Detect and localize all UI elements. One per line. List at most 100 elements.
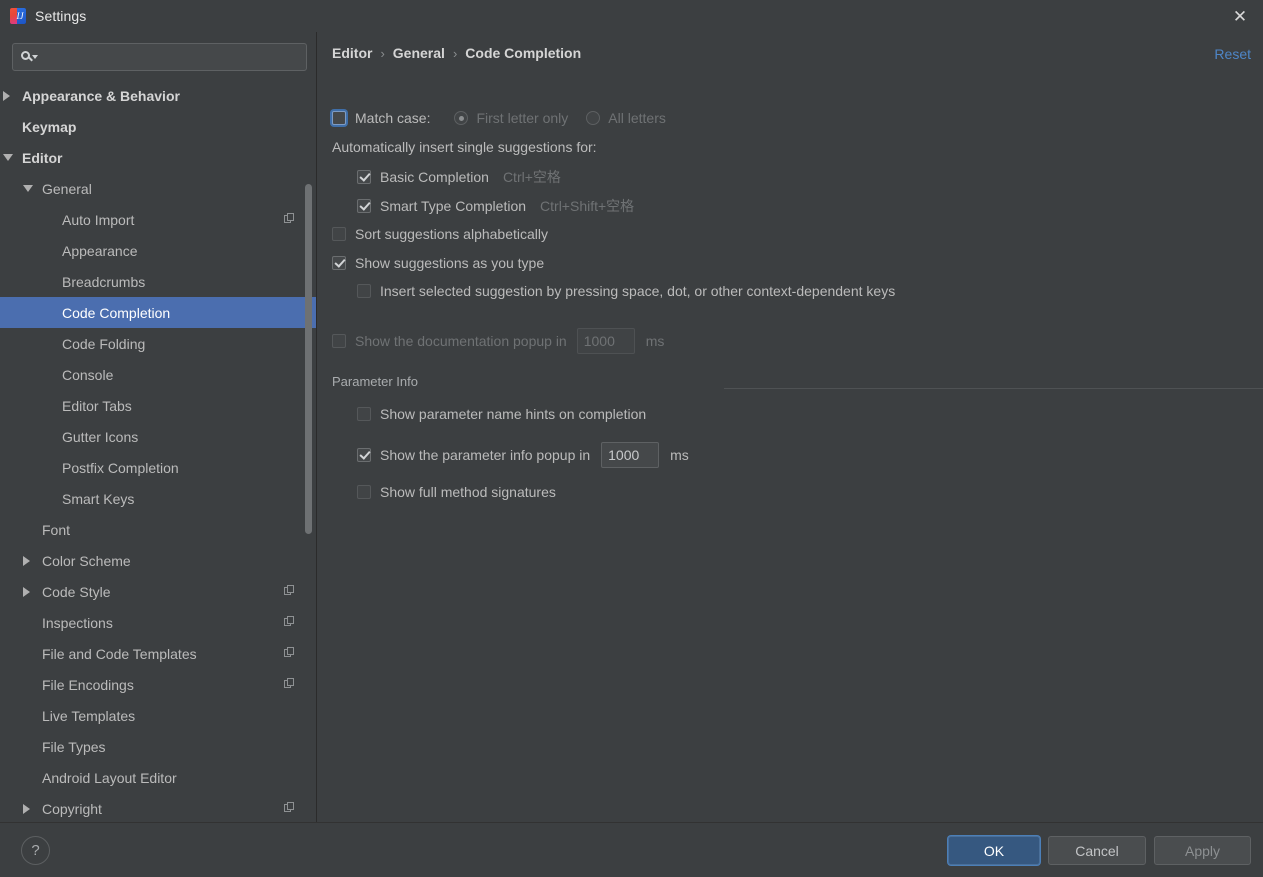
- copy-icon: [284, 802, 295, 813]
- chevron-right-icon[interactable]: [23, 555, 30, 566]
- sidebar-item-live-templates[interactable]: Live Templates: [0, 700, 316, 731]
- sidebar-item-code-completion[interactable]: Code Completion: [0, 297, 316, 328]
- full-method-signatures-checkbox[interactable]: [357, 485, 371, 499]
- parameter-info-delay-input[interactable]: [601, 442, 660, 468]
- parameter-name-hints-checkbox[interactable]: [357, 407, 371, 421]
- radio-all-letters[interactable]: [586, 111, 601, 125]
- sidebar-item-font[interactable]: Font: [0, 514, 316, 545]
- doc-popup-unit: ms: [645, 333, 665, 349]
- reset-link[interactable]: Reset: [1214, 46, 1251, 62]
- sidebar-item-breadcrumbs[interactable]: Breadcrumbs: [0, 266, 316, 297]
- full-method-signatures-row: Show full method signatures: [357, 484, 556, 500]
- apply-button[interactable]: Apply: [1154, 836, 1251, 865]
- parameter-name-hints-row: Show parameter name hints on completion: [357, 406, 646, 422]
- sidebar-item-file-types[interactable]: File Types: [0, 731, 316, 762]
- sort-alphabetically-checkbox[interactable]: [332, 227, 346, 241]
- search-input[interactable]: [39, 49, 306, 65]
- sort-alphabetically-label: Sort suggestions alphabetically: [355, 226, 549, 242]
- search-icon: [21, 50, 39, 64]
- radio-first-letter-only-label: First letter only: [476, 110, 569, 126]
- sidebar-item-android-layout-editor[interactable]: Android Layout Editor: [0, 762, 316, 793]
- sidebar-item-label: Console: [62, 366, 114, 383]
- sidebar-item-code-style[interactable]: Code Style: [0, 576, 316, 607]
- match-case-label: Match case:: [355, 110, 431, 126]
- chevron-right-icon[interactable]: [3, 90, 10, 101]
- sidebar-item-editor-tabs[interactable]: Editor Tabs: [0, 390, 316, 421]
- copy-icon: [284, 585, 295, 596]
- sidebar-item-label: Breadcrumbs: [62, 273, 146, 290]
- sidebar-item-file-and-code-templates[interactable]: File and Code Templates: [0, 638, 316, 669]
- ok-button[interactable]: OK: [948, 836, 1040, 865]
- sidebar-item-gutter-icons[interactable]: Gutter Icons: [0, 421, 316, 452]
- copy-icon: [284, 678, 295, 689]
- radio-first-letter-only[interactable]: [454, 111, 469, 125]
- doc-popup-delay-input[interactable]: [576, 328, 635, 354]
- settings-sidebar: Appearance & Behavior Keymap Editor General…: [0, 32, 317, 822]
- chevron-right-icon[interactable]: [23, 586, 30, 597]
- search-box[interactable]: [12, 43, 307, 71]
- show-as-you-type-label: Show suggestions as you type: [355, 255, 545, 271]
- sidebar-item-smart-keys[interactable]: Smart Keys: [0, 483, 316, 514]
- sidebar-item-appearance-behavior[interactable]: Appearance & Behavior: [0, 80, 316, 111]
- insert-selected-checkbox[interactable]: [357, 284, 371, 298]
- match-case-checkbox[interactable]: [332, 111, 346, 125]
- chevron-down-icon[interactable]: [23, 185, 33, 192]
- sidebar-item-label: Editor: [22, 149, 63, 166]
- smart-type-completion-label: Smart Type Completion: [380, 198, 527, 214]
- sidebar-item-inspections[interactable]: Inspections: [0, 607, 316, 638]
- basic-completion-row: Basic Completion Ctrl+空格: [357, 167, 561, 187]
- sidebar-item-auto-import[interactable]: Auto Import: [0, 204, 316, 235]
- sidebar-item-label: File Types: [42, 738, 106, 755]
- dialog-footer: ? OK Cancel Apply: [0, 822, 1263, 877]
- cancel-button[interactable]: Cancel: [1048, 836, 1146, 865]
- sidebar-item-label: Keymap: [22, 118, 77, 135]
- sidebar-item-label: Gutter Icons: [62, 428, 139, 445]
- parameter-info-popup-unit: ms: [670, 447, 689, 463]
- smart-type-completion-checkbox[interactable]: [357, 199, 371, 213]
- copy-icon: [284, 647, 295, 658]
- sidebar-item-file-encodings[interactable]: File Encodings: [0, 669, 316, 700]
- sidebar-item-editor[interactable]: Editor: [0, 142, 316, 173]
- sidebar-item-general[interactable]: General: [0, 173, 316, 204]
- full-method-signatures-label: Show full method signatures: [380, 484, 556, 500]
- sidebar-scrollbar[interactable]: [305, 184, 312, 534]
- dialog-body: Appearance & Behavior Keymap Editor General…: [0, 32, 1263, 822]
- sidebar-item-copyright[interactable]: Copyright: [0, 793, 316, 822]
- sidebar-item-label: Editor Tabs: [62, 397, 132, 414]
- settings-tree[interactable]: Appearance & Behavior Keymap Editor General…: [0, 80, 316, 822]
- chevron-down-icon[interactable]: [3, 154, 13, 161]
- smart-type-completion-shortcut: Ctrl+Shift+空格: [540, 198, 635, 214]
- sidebar-item-label: File Encodings: [42, 676, 134, 693]
- radio-all-letters-label: All letters: [608, 110, 666, 126]
- parameter-info-popup-label: Show the parameter info popup in: [380, 447, 591, 463]
- show-as-you-type-checkbox[interactable]: [332, 256, 346, 270]
- sort-alphabetically-row: Sort suggestions alphabetically: [332, 226, 548, 242]
- parameter-name-hints-label: Show parameter name hints on completion: [380, 406, 647, 422]
- sidebar-item-console[interactable]: Console: [0, 359, 316, 390]
- sidebar-item-label: Live Templates: [42, 707, 136, 724]
- breadcrumb-part-general[interactable]: General: [393, 45, 445, 61]
- intellij-idea-icon: IJ: [10, 8, 26, 24]
- sidebar-item-label: General: [42, 180, 92, 197]
- help-icon[interactable]: ?: [21, 836, 50, 865]
- chevron-right-icon: ›: [380, 45, 385, 61]
- insert-selected-row: Insert selected suggestion by pressing s…: [357, 283, 895, 299]
- breadcrumb-part-editor[interactable]: Editor: [332, 45, 372, 61]
- sidebar-item-label: Inspections: [42, 614, 113, 631]
- sidebar-item-keymap[interactable]: Keymap: [0, 111, 316, 142]
- close-icon[interactable]: ✕: [1217, 0, 1263, 32]
- sidebar-item-label: Code Style: [42, 583, 111, 600]
- doc-popup-checkbox[interactable]: [332, 334, 346, 348]
- breadcrumb-part-code-completion: Code Completion: [465, 45, 582, 61]
- parameter-info-group-title: Parameter Info: [332, 374, 418, 389]
- sidebar-item-appearance[interactable]: Appearance: [0, 235, 316, 266]
- sidebar-item-color-scheme[interactable]: Color Scheme: [0, 545, 316, 576]
- copy-icon: [284, 616, 295, 627]
- chevron-right-icon[interactable]: [23, 803, 30, 814]
- copy-icon: [284, 213, 295, 224]
- sidebar-item-postfix-completion[interactable]: Postfix Completion: [0, 452, 316, 483]
- parameter-info-popup-checkbox[interactable]: [357, 448, 371, 462]
- basic-completion-checkbox[interactable]: [357, 170, 371, 184]
- chevron-right-icon: ›: [452, 45, 458, 61]
- sidebar-item-code-folding[interactable]: Code Folding: [0, 328, 316, 359]
